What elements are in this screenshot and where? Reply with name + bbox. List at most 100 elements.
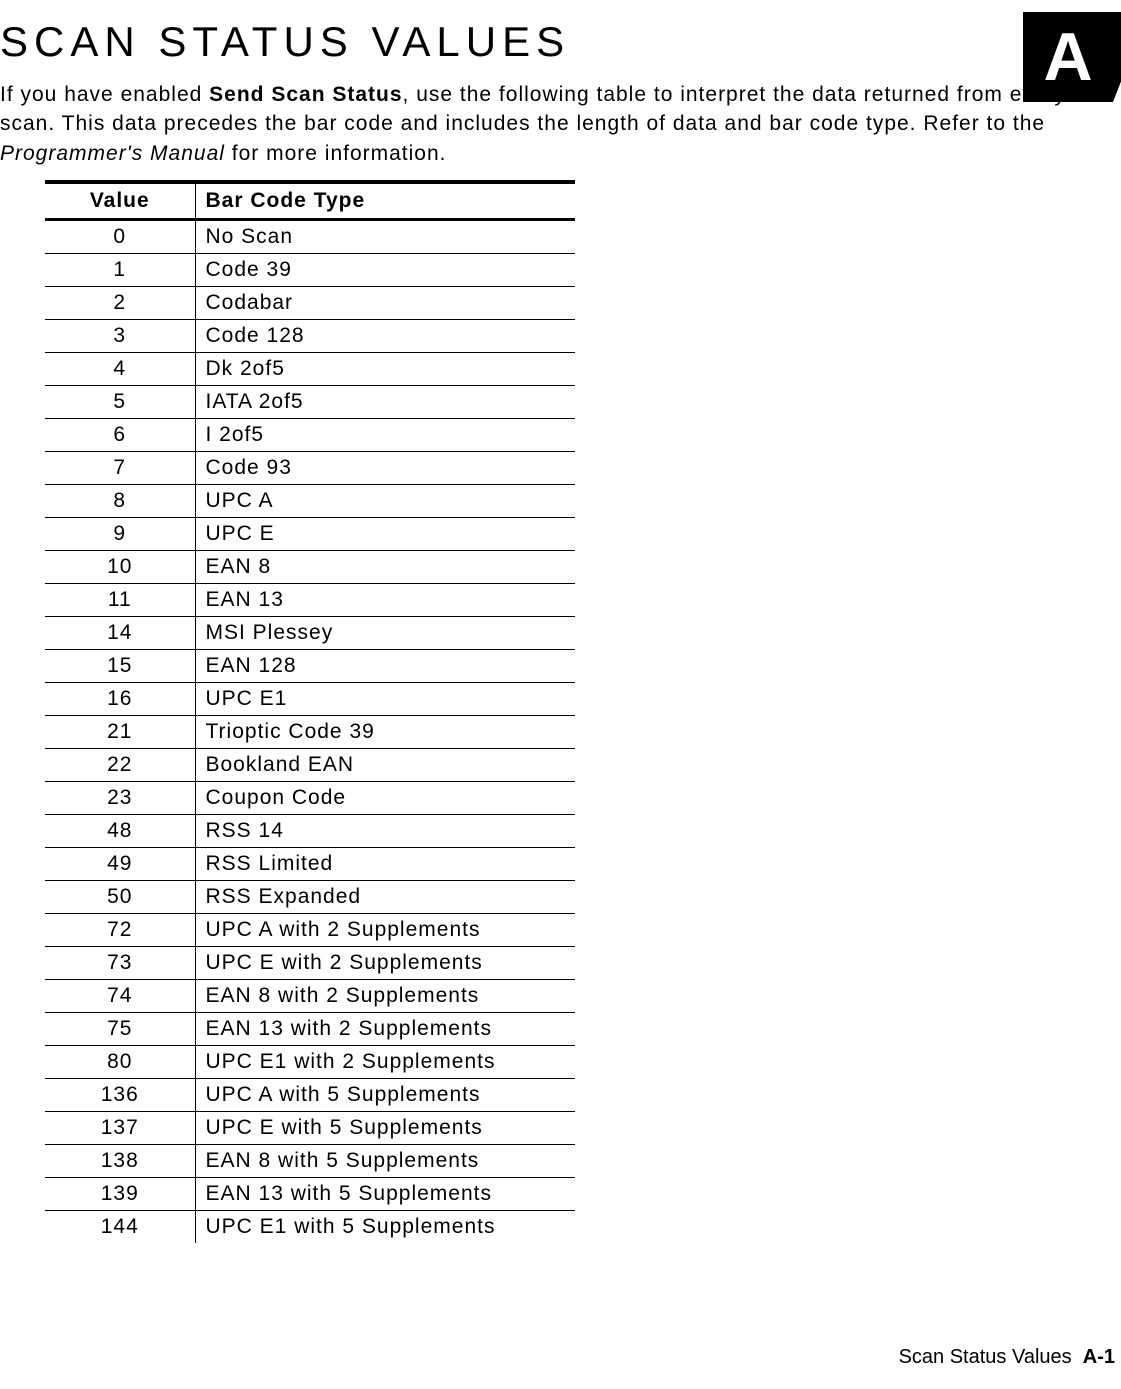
cell-type: IATA 2of5	[195, 386, 575, 419]
cell-type: UPC E1	[195, 683, 575, 716]
table-row: 75EAN 13 with 2 Supplements	[45, 1013, 575, 1046]
cell-value: 137	[45, 1112, 195, 1145]
cell-value: 49	[45, 848, 195, 881]
intro-paragraph: If you have enabled Send Scan Status, us…	[0, 80, 1100, 168]
table-row: 0No Scan	[45, 220, 575, 254]
scan-status-table: Value Bar Code Type 0No Scan1Code 392Cod…	[45, 180, 575, 1243]
cell-type: UPC A with 2 Supplements	[195, 914, 575, 947]
cell-value: 50	[45, 881, 195, 914]
table-row: 15EAN 128	[45, 650, 575, 683]
cell-type: Dk 2of5	[195, 353, 575, 386]
cell-value: 22	[45, 749, 195, 782]
table-row: 137UPC E with 5 Supplements	[45, 1112, 575, 1145]
cell-value: 16	[45, 683, 195, 716]
cell-value: 4	[45, 353, 195, 386]
cell-value: 10	[45, 551, 195, 584]
cell-type: MSI Plessey	[195, 617, 575, 650]
cell-type: UPC A with 5 Supplements	[195, 1079, 575, 1112]
cell-value: 3	[45, 320, 195, 353]
page-footer: Scan Status Values A-1	[899, 1346, 1115, 1369]
table-row: 6I 2of5	[45, 419, 575, 452]
cell-type: EAN 8	[195, 551, 575, 584]
table-header-row: Value Bar Code Type	[45, 182, 575, 220]
cell-value: 80	[45, 1046, 195, 1079]
table-row: 10EAN 8	[45, 551, 575, 584]
cell-value: 14	[45, 617, 195, 650]
table-row: 7Code 93	[45, 452, 575, 485]
intro-pre: If you have enabled	[0, 83, 209, 106]
header-value: Value	[45, 182, 195, 220]
page-title: SCAN STATUS VALUES	[0, 0, 1121, 70]
cell-type: Code 93	[195, 452, 575, 485]
appendix-letter: A	[1043, 19, 1092, 95]
table-row: 139EAN 13 with 5 Supplements	[45, 1178, 575, 1211]
cell-type: UPC E with 2 Supplements	[195, 947, 575, 980]
cell-value: 2	[45, 287, 195, 320]
cell-value: 11	[45, 584, 195, 617]
table-row: 138EAN 8 with 5 Supplements	[45, 1145, 575, 1178]
cell-value: 74	[45, 980, 195, 1013]
cell-value: 21	[45, 716, 195, 749]
cell-type: EAN 8 with 2 Supplements	[195, 980, 575, 1013]
cell-type: UPC E1 with 2 Supplements	[195, 1046, 575, 1079]
cell-value: 15	[45, 650, 195, 683]
intro-post: for more information.	[225, 142, 447, 165]
table-row: 48RSS 14	[45, 815, 575, 848]
cell-value: 23	[45, 782, 195, 815]
intro-bold-send-scan-status: Send Scan Status	[209, 83, 402, 106]
cell-type: Code 128	[195, 320, 575, 353]
table-row: 21Trioptic Code 39	[45, 716, 575, 749]
table-row: 9UPC E	[45, 518, 575, 551]
appendix-badge: A	[1023, 12, 1113, 102]
cell-value: 48	[45, 815, 195, 848]
table-row: 14MSI Plessey	[45, 617, 575, 650]
table-row: 11EAN 13	[45, 584, 575, 617]
table-row: 136UPC A with 5 Supplements	[45, 1079, 575, 1112]
cell-type: EAN 13	[195, 584, 575, 617]
table-row: 50RSS Expanded	[45, 881, 575, 914]
cell-value: 7	[45, 452, 195, 485]
cell-type: No Scan	[195, 220, 575, 254]
table-row: 74EAN 8 with 2 Supplements	[45, 980, 575, 1013]
cell-type: Codabar	[195, 287, 575, 320]
cell-type: EAN 128	[195, 650, 575, 683]
table-row: 23Coupon Code	[45, 782, 575, 815]
cell-type: Code 39	[195, 254, 575, 287]
cell-value: 0	[45, 220, 195, 254]
cell-value: 9	[45, 518, 195, 551]
cell-type: Bookland EAN	[195, 749, 575, 782]
table-row: 22Bookland EAN	[45, 749, 575, 782]
cell-value: 6	[45, 419, 195, 452]
cell-type: UPC E	[195, 518, 575, 551]
footer-page: A-1	[1083, 1346, 1115, 1368]
cell-value: 1	[45, 254, 195, 287]
cell-value: 5	[45, 386, 195, 419]
cell-value: 72	[45, 914, 195, 947]
cell-value: 8	[45, 485, 195, 518]
header-type: Bar Code Type	[195, 182, 575, 220]
cell-value: 144	[45, 1211, 195, 1244]
cell-type: EAN 13 with 2 Supplements	[195, 1013, 575, 1046]
cell-type: RSS 14	[195, 815, 575, 848]
cell-value: 75	[45, 1013, 195, 1046]
cell-value: 139	[45, 1178, 195, 1211]
cell-type: RSS Limited	[195, 848, 575, 881]
table-row: 80UPC E1 with 2 Supplements	[45, 1046, 575, 1079]
table-row: 144UPC E1 with 5 Supplements	[45, 1211, 575, 1244]
cell-type: Trioptic Code 39	[195, 716, 575, 749]
cell-type: UPC E with 5 Supplements	[195, 1112, 575, 1145]
table-row: 5IATA 2of5	[45, 386, 575, 419]
table-row: 72UPC A with 2 Supplements	[45, 914, 575, 947]
footer-label: Scan Status Values	[899, 1346, 1072, 1368]
table-row: 2Codabar	[45, 287, 575, 320]
cell-type: UPC A	[195, 485, 575, 518]
cell-value: 136	[45, 1079, 195, 1112]
table-row: 8UPC A	[45, 485, 575, 518]
cell-value: 73	[45, 947, 195, 980]
cell-type: RSS Expanded	[195, 881, 575, 914]
cell-type: I 2of5	[195, 419, 575, 452]
table-row: 16UPC E1	[45, 683, 575, 716]
table-row: 49RSS Limited	[45, 848, 575, 881]
table-row: 4Dk 2of5	[45, 353, 575, 386]
cell-type: EAN 8 with 5 Supplements	[195, 1145, 575, 1178]
